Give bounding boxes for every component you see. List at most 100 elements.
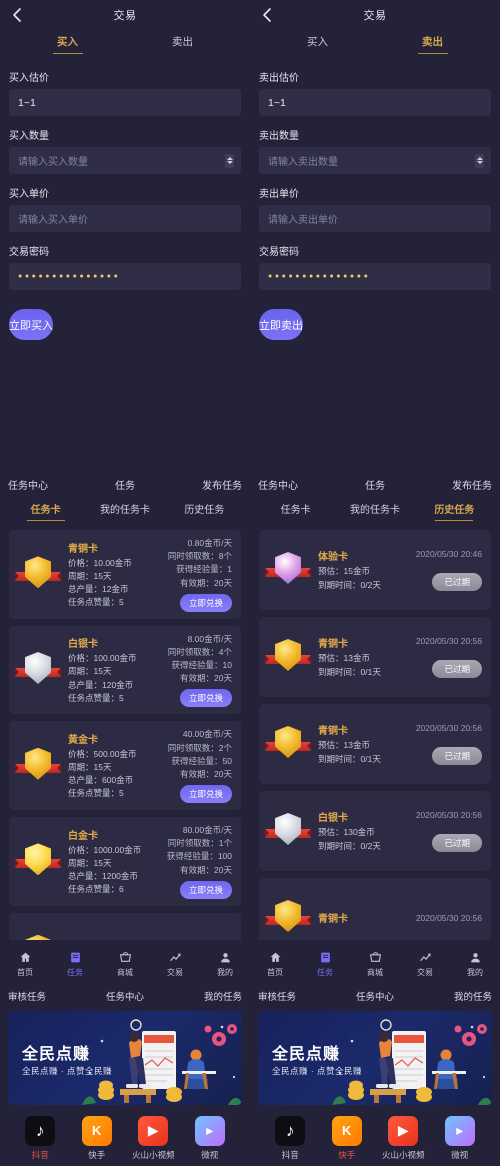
task-card[interactable]: 白银卡 价格：100.00金币 周期：15天 总产量：120金币 任务点赞量：5 8.00… — [9, 625, 241, 715]
card-stat-line: 有效期：20天 — [180, 864, 232, 875]
nav-item-交易[interactable]: 交易 — [400, 949, 450, 978]
task-center-title: 任务中心 — [105, 992, 144, 1003]
task-card[interactable]: 青铜卡 价格：10.00金币 周期：15天 总产量：12金币 任务点赞量：5 0.80金币… — [9, 530, 241, 619]
card-title: 白银卡 — [318, 813, 348, 825]
bottom-nav: 首页 任务 商城 交易 我的 — [0, 940, 250, 985]
field-value[interactable]: 1~1 — [259, 89, 491, 116]
app-item-抖音[interactable]: ♪ 抖音 — [262, 1115, 319, 1161]
field-stepper[interactable]: 请输入买入数量 — [9, 147, 241, 174]
card-detail-line: 到期时间：0/1天 — [318, 666, 381, 677]
shop-bag-icon — [100, 949, 150, 965]
field-label: 买入数量 — [9, 131, 49, 142]
task-card[interactable]: 白金卡 价格：1000.00金币 周期：15天 总产量：1200金币 任务点赞量：6 80… — [9, 817, 241, 906]
field-label: 交易密码 — [259, 247, 299, 258]
nav-item-商城[interactable]: 商城 — [350, 949, 400, 978]
card-detail-line: 价格：1000.00金币 — [68, 844, 142, 855]
chevron-left-icon[interactable] — [9, 6, 25, 24]
header-link-left[interactable]: 任务中心 — [258, 477, 298, 492]
field-text[interactable]: 请输入卖出单价 — [259, 205, 491, 232]
nav-item-任务[interactable]: 任务 — [50, 949, 100, 978]
nav-item-label: 我的 — [217, 968, 233, 977]
expired-button[interactable]: 已过期 — [432, 573, 482, 591]
field-password[interactable]: ●●●●●●●●●●●●●●● — [259, 263, 491, 290]
header-link-right[interactable]: 发布任务 — [202, 477, 242, 492]
review-tasks-link[interactable]: 审核任务 — [8, 989, 46, 1003]
task-card[interactable]: 青铜卡 预估：13金币 到期时间：0/1天 2020/05/30 20:56 已过期 — [259, 704, 491, 784]
tab-active[interactable]: 历史任务 — [415, 501, 494, 521]
field-password[interactable]: ●●●●●●●●●●●●●●● — [9, 263, 241, 290]
exchange-button[interactable]: 立即兑换 — [179, 785, 232, 804]
exchange-button[interactable]: 立即兑换 — [179, 689, 232, 708]
weishi-icon: ▸ — [194, 1115, 225, 1146]
field-text[interactable]: 请输入买入单价 — [9, 205, 241, 232]
card-detail-line: 预估：130金币 — [318, 827, 375, 838]
task-card[interactable]: 青铜卡 2020/05/30 20:56 — [259, 878, 491, 940]
my-tasks-link[interactable]: 我的任务 — [204, 989, 242, 1003]
nav-item-商城[interactable]: 商城 — [100, 949, 150, 978]
app-item-快手[interactable]: K 快手 — [69, 1115, 126, 1161]
promo-banner[interactable]: 全民点赚 全民点赚 · 点赞全民赚 — [8, 1011, 242, 1105]
number-stepper[interactable] — [225, 153, 234, 168]
app-item-快手[interactable]: K 快手 — [319, 1115, 376, 1161]
expired-button[interactable]: 已过期 — [432, 834, 482, 852]
tab-inactive[interactable]: 历史任务 — [165, 501, 244, 521]
submit-trade-button[interactable]: 立即买入 — [9, 309, 53, 340]
douyin-icon: ♪ — [25, 1115, 56, 1146]
card-detail-line: 周期：15天 — [68, 762, 112, 773]
nav-item-我的[interactable]: 我的 — [450, 949, 500, 978]
task-card[interactable]: 青铜卡 预估：13金币 到期时间：0/1天 2020/05/30 20:56 已过期 — [259, 617, 491, 697]
tab-active[interactable]: 买入 — [10, 34, 125, 54]
card-stat-line: 8.00金币/天 — [187, 633, 232, 644]
chevron-left-icon[interactable] — [259, 6, 275, 24]
task-card[interactable]: 白银卡 预估：130金币 到期时间：0/2天 2020/05/30 20:56 已过期 — [259, 791, 491, 871]
nav-item-任务[interactable]: 任务 — [300, 949, 350, 978]
card-title: 青铜卡 — [68, 543, 98, 555]
tab-inactive[interactable]: 我的任务卡 — [85, 501, 164, 521]
app-item-抖音[interactable]: ♪ 抖音 — [12, 1115, 69, 1161]
card-stat-line: 同时领取数：8个 — [167, 551, 232, 562]
nav-item-我的[interactable]: 我的 — [200, 949, 250, 978]
card-date: 2020/05/30 20:56 — [415, 723, 482, 733]
field-stepper[interactable]: 请输入卖出数量 — [259, 147, 491, 174]
my-tasks-link[interactable]: 我的任务 — [454, 989, 492, 1003]
header-link-left[interactable]: 任务中心 — [8, 477, 48, 492]
header-link-right[interactable]: 发布任务 — [452, 477, 492, 492]
chart-trend-icon — [400, 949, 450, 965]
exchange-button[interactable]: 立即兑换 — [179, 593, 232, 612]
nav-item-交易[interactable]: 交易 — [150, 949, 200, 978]
app-item-火山小视频[interactable]: ▶ 火山小视频 — [125, 1115, 182, 1161]
task-card[interactable]: 铂金卡400.00金币/天 — [9, 912, 241, 940]
field-label: 交易密码 — [9, 247, 49, 258]
nav-item-label: 商城 — [367, 968, 383, 977]
submit-trade-button[interactable]: 立即卖出 — [259, 309, 303, 340]
tab-inactive[interactable]: 任务卡 — [256, 501, 335, 521]
field-value[interactable]: 1~1 — [9, 89, 241, 116]
card-stat-line: 获得经验量：50 — [171, 755, 232, 766]
tab-active[interactable]: 卖出 — [375, 34, 490, 54]
tab-inactive[interactable]: 买入 — [260, 34, 375, 54]
tab-inactive[interactable]: 我的任务卡 — [335, 501, 414, 521]
task-card[interactable]: 体验卡 预估：15金币 到期时间：0/2天 2020/05/30 20:46 已过期 — [259, 530, 491, 610]
expired-button[interactable]: 已过期 — [432, 747, 482, 765]
tab-inactive[interactable]: 卖出 — [125, 34, 240, 54]
review-tasks-link[interactable]: 审核任务 — [258, 989, 296, 1003]
card-meta: 2020/05/30 20:56 已过期 — [398, 723, 482, 765]
nav-item-首页[interactable]: 首页 — [250, 949, 300, 978]
number-stepper[interactable] — [475, 153, 484, 168]
task-card[interactable]: 黄金卡 价格：500.00金币 周期：15天 总产量：600金币 任务点赞量：5 40.0… — [9, 721, 241, 811]
app-icons-row: ♪ 抖音 K 快手 ▶ 火山小视频 ▸ 微视 — [250, 1110, 500, 1166]
expired-button[interactable]: 已过期 — [432, 660, 482, 678]
exchange-button[interactable]: 立即兑换 — [179, 880, 232, 899]
tab-active[interactable]: 任务卡 — [6, 501, 85, 521]
app-item-微视[interactable]: ▸ 微视 — [432, 1115, 489, 1161]
app-item-火山小视频[interactable]: ▶ 火山小视频 — [375, 1115, 432, 1161]
card-stat-line: 80.00金币/天 — [182, 825, 232, 836]
home-icon — [250, 949, 300, 965]
promo-banner[interactable]: 全民点赚 全民点赚 · 点赞全民赚 — [258, 1011, 492, 1105]
app-item-微视[interactable]: ▸ 微视 — [182, 1115, 239, 1161]
card-title: 青铜卡 — [318, 639, 348, 651]
trade-tabs: 买入 卖出 — [0, 30, 250, 58]
card-info: 青铜卡 价格：10.00金币 周期：15天 总产量：12金币 任务点赞量：5 — [58, 540, 148, 610]
nav-item-首页[interactable]: 首页 — [0, 949, 50, 978]
card-stat-line: 获得经验量：100 — [166, 851, 232, 862]
